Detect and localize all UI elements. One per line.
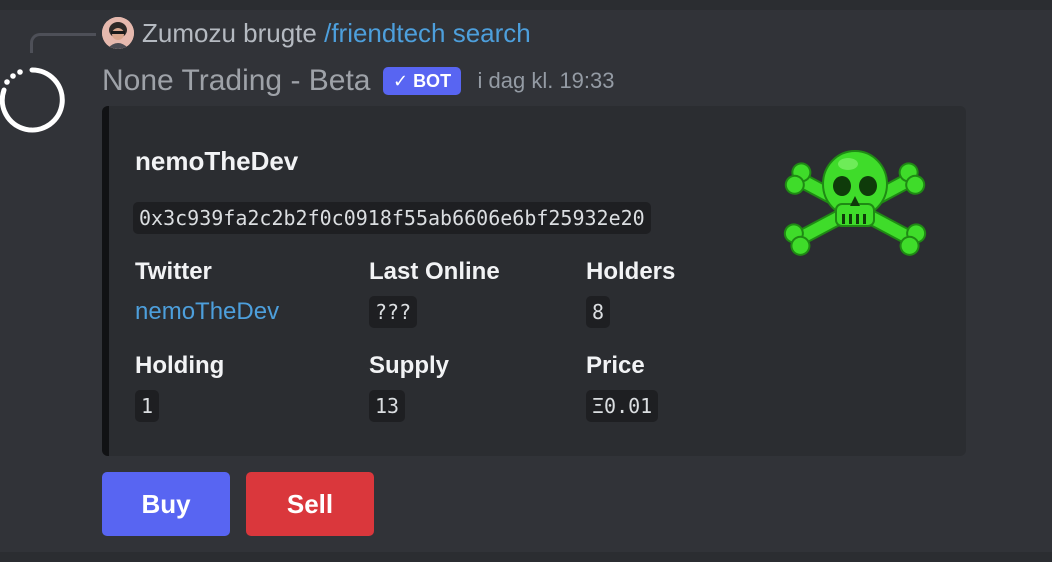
field-holders-name: Holders <box>586 258 676 285</box>
embed-title: nemoTheDev <box>135 146 299 176</box>
field-last-online: Last Online ??? <box>369 256 500 328</box>
field-price-name: Price <box>586 352 645 379</box>
field-price-value: Ξ0.01 <box>586 390 659 422</box>
bot-tag-label: BOT <box>413 71 452 91</box>
field-supply: Supply 13 <box>369 350 449 422</box>
reply-username[interactable]: Zumozu <box>142 18 236 48</box>
reply-reference[interactable]: Zumozu brugte /friendtech search <box>142 17 531 49</box>
bot-avatar-loading-icon[interactable] <box>0 66 66 134</box>
bottom-divider <box>0 552 1052 562</box>
verified-check-icon: ✓ <box>392 71 409 91</box>
reply-connector <box>30 33 96 53</box>
field-price: Price Ξ0.01 <box>586 350 659 422</box>
field-holding-name: Holding <box>135 352 225 379</box>
slash-command-link[interactable]: /friendtech search <box>324 18 531 48</box>
embed-accent-bar <box>102 106 109 456</box>
field-supply-value: 13 <box>369 390 406 422</box>
message-timestamp: i dag kl. 19:33 <box>477 68 615 93</box>
twitter-link[interactable]: nemoTheDev <box>135 296 279 328</box>
wallet-address: 0x3c939fa2c2b2f0c0918f55ab6606e6bf25932e… <box>133 202 651 234</box>
field-holding-value: 1 <box>135 390 160 422</box>
top-divider <box>0 0 1052 10</box>
field-last-online-name: Last Online <box>369 258 500 285</box>
reply-verb: brugte <box>235 18 325 48</box>
buy-button[interactable]: Buy <box>102 472 230 536</box>
skull-crossbones-thumbnail[interactable] <box>782 144 928 264</box>
field-supply-name: Supply <box>369 352 450 379</box>
field-holders-value: 8 <box>586 296 611 328</box>
embed-card: nemoTheDev 0x3c939fa2c2b2f0c0918f55ab660… <box>102 106 966 456</box>
field-holders: Holders 8 <box>586 256 675 328</box>
field-twitter: Twitter nemoTheDev <box>135 256 279 328</box>
field-last-online-value: ??? <box>369 296 418 328</box>
bot-tag: ✓ BOT <box>382 67 462 95</box>
field-holding: Holding 1 <box>135 350 224 422</box>
reply-user-avatar[interactable] <box>102 17 134 49</box>
sell-button[interactable]: Sell <box>246 472 374 536</box>
field-twitter-name: Twitter <box>135 258 212 285</box>
message-header: None Trading - Beta ✓ BOT i dag kl. 19:3… <box>102 62 615 100</box>
bot-username[interactable]: None Trading - Beta <box>102 64 371 97</box>
